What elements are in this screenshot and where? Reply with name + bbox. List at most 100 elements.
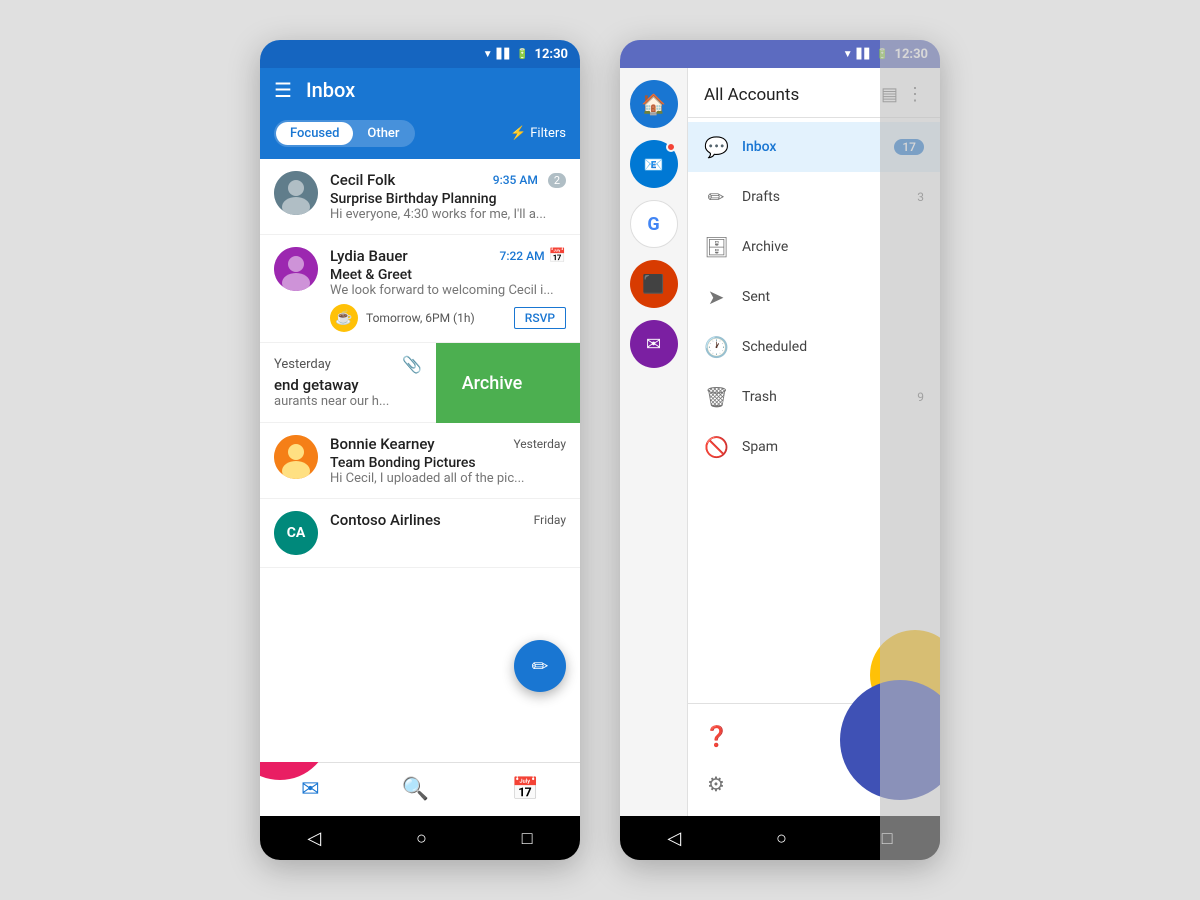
search-icon: 🔍 [402, 777, 429, 802]
home-button[interactable]: ○ [416, 828, 427, 849]
drafts-icon: ✏ [704, 185, 728, 209]
right-phone: ▼ ▋▋ 🔋 12:30 🏠 📧 G ⬛ [620, 40, 940, 860]
swipe-archive-container: Archive Yesterday 📎 end getaway aurants … [260, 343, 580, 423]
calendar-icon-2: 📅 [549, 248, 566, 264]
all-accounts-title: All Accounts [704, 85, 799, 105]
left-phone: ▼ ▋▋ 🔋 12:30 ☰ Inbox Focused Other ⚡ Fil… [260, 40, 580, 860]
calendar-nav-icon: 📅 [511, 777, 538, 802]
email-sender-1: Cecil Folk [330, 171, 395, 189]
tab-other[interactable]: Other [353, 122, 413, 145]
email-item-3[interactable]: Bonnie Kearney Yesterday Team Bonding Pi… [260, 423, 580, 499]
event-row: ☕ Tomorrow, 6PM (1h) RSVP [330, 304, 566, 332]
mail-icon: ✉ [301, 777, 319, 802]
app-header: ☰ Inbox [260, 68, 580, 112]
partial-meta: Yesterday 📎 [274, 355, 422, 374]
tab-group: Focused Other [274, 120, 415, 147]
archive-icon: 🗄 [704, 235, 728, 259]
attachment-icon: 📎 [402, 355, 422, 374]
mail2-icon: ✉ [646, 334, 661, 355]
email-time-2: 7:22 AM [500, 249, 545, 263]
rsvp-button[interactable]: RSVP [514, 307, 566, 329]
event-icon: ☕ [330, 304, 358, 332]
email-subject-2: Meet & Greet [330, 267, 566, 283]
nav-calendar[interactable]: 📅 [491, 771, 558, 808]
right-wifi-icon: ▼ [843, 49, 853, 60]
office-icon: ⬛ [642, 274, 664, 295]
partial-time: Yesterday [274, 357, 331, 372]
account-all[interactable]: 🏠 [630, 80, 678, 128]
email-preview-1: Hi everyone, 4:30 works for me, I'll a..… [330, 207, 566, 222]
email-time-1: 9:35 AM [493, 173, 538, 187]
lightning-icon: ⚡ [510, 126, 526, 141]
email-meta-3: Bonnie Kearney Yesterday [330, 435, 566, 453]
avatar-2 [274, 247, 318, 291]
inbox-title: Inbox [306, 78, 566, 102]
avatar-4: CA [274, 511, 318, 555]
spam-icon: 🚫 [704, 435, 728, 459]
account-office[interactable]: ⬛ [630, 260, 678, 308]
email-item-partial[interactable]: Yesterday 📎 end getaway aurants near our… [260, 343, 436, 423]
event-time: Tomorrow, 6PM (1h) [366, 311, 506, 325]
email-preview-2: We look forward to welcoming Cecil i... [330, 283, 566, 298]
account-sidebar: 🏠 📧 G ⬛ ✉ [620, 68, 688, 816]
battery-icon: 🔋 [516, 49, 528, 60]
account-mail2[interactable]: ✉ [630, 320, 678, 368]
email-time-4: Friday [534, 513, 566, 527]
svg-text:CA: CA [287, 525, 306, 541]
hamburger-icon[interactable]: ☰ [274, 78, 292, 102]
filters-label: Filters [530, 126, 566, 141]
avatar-1 [274, 171, 318, 215]
email-sender-2: Lydia Bauer [330, 247, 408, 265]
account-google[interactable]: G [630, 200, 678, 248]
email-sender-3: Bonnie Kearney [330, 435, 435, 453]
right-back-button[interactable]: ◁ [667, 828, 681, 849]
back-button[interactable]: ◁ [307, 828, 321, 849]
time-cal-row-2: 7:22 AM 📅 [500, 248, 567, 264]
google-icon: G [647, 214, 659, 235]
settings-icon: ⚙ [704, 772, 728, 796]
home-icon: 🏠 [641, 92, 666, 116]
email-item-1[interactable]: Cecil Folk 9:35 AM 2 Surprise Birthday P… [260, 159, 580, 235]
email-sender-4: Contoso Airlines [330, 511, 441, 529]
outlook-badge-dot [666, 142, 676, 152]
avatar-3 [274, 435, 318, 479]
email-content-1: Cecil Folk 9:35 AM 2 Surprise Birthday P… [330, 171, 566, 222]
email-item-2[interactable]: Lydia Bauer 7:22 AM 📅 Meet & Greet We lo… [260, 235, 580, 343]
email-content-4: Contoso Airlines Friday [330, 511, 566, 531]
tab-focused[interactable]: Focused [276, 122, 353, 145]
sent-icon: ➤ [704, 285, 728, 309]
email-item-4[interactable]: CA Contoso Airlines Friday [260, 499, 580, 568]
filter-tabs-bar: Focused Other ⚡ Filters [260, 112, 580, 159]
nav-search[interactable]: 🔍 [382, 771, 449, 808]
email-meta-4: Contoso Airlines Friday [330, 511, 566, 529]
left-android-nav: ◁ ○ □ [260, 816, 580, 860]
partial-sender: end getaway [274, 376, 422, 394]
email-meta-2: Lydia Bauer 7:22 AM 📅 [330, 247, 566, 265]
partial-content: Yesterday 📎 end getaway aurants near our… [274, 355, 422, 409]
nav-mail[interactable]: ✉ [281, 771, 339, 808]
email-list: Cecil Folk 9:35 AM 2 Surprise Birthday P… [260, 159, 580, 762]
bottom-nav: ✉ 🔍 📅 [260, 762, 580, 816]
compose-fab[interactable]: ✏ [514, 640, 566, 692]
right-signal-icon: ▋▋ [857, 49, 872, 60]
time-badge-row-1: 9:35 AM 2 [493, 173, 566, 188]
inbox-label: Inbox [742, 139, 880, 155]
wifi-icon: ▼ [483, 49, 493, 60]
signal-icon: ▋▋ [497, 49, 512, 60]
scheduled-icon: 🕐 [704, 335, 728, 359]
email-subject-3: Team Bonding Pictures [330, 455, 566, 471]
email-content-2: Lydia Bauer 7:22 AM 📅 Meet & Greet We lo… [330, 247, 566, 298]
email-preview-3: Hi Cecil, I uploaded all of the pic... [330, 471, 566, 486]
right-panel-bg [880, 68, 940, 816]
email-content-3: Bonnie Kearney Yesterday Team Bonding Pi… [330, 435, 566, 486]
outlook-icon: 📧 [644, 155, 664, 174]
right-home-button[interactable]: ○ [776, 828, 787, 849]
left-status-time: 12:30 [535, 47, 569, 62]
left-status-bar: ▼ ▋▋ 🔋 12:30 [260, 40, 580, 68]
account-outlook[interactable]: 📧 [630, 140, 678, 188]
email-row-2: Lydia Bauer 7:22 AM 📅 Meet & Greet We lo… [274, 247, 566, 298]
filters-button[interactable]: ⚡ Filters [510, 126, 566, 141]
trash-icon: 🗑 [704, 385, 728, 409]
email-badge-1: 2 [548, 173, 566, 188]
recents-button[interactable]: □ [522, 828, 533, 849]
